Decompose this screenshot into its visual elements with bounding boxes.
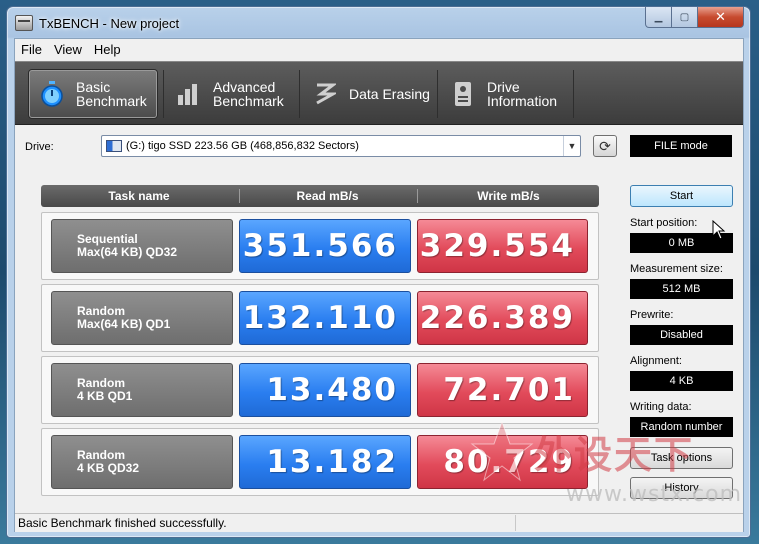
maximize-button[interactable]: ▢ xyxy=(672,7,698,28)
tab-data-erasing[interactable]: Data Erasing xyxy=(303,70,433,118)
mouse-cursor-icon xyxy=(712,220,726,240)
toolbar-separator xyxy=(163,70,164,118)
read-value: 13.182 xyxy=(239,435,411,489)
tab-advanced-benchmark-label: Advanced Benchmark xyxy=(213,79,284,109)
toolbar: Basic Benchmark Advanced Benchmark Data … xyxy=(15,61,743,125)
tab-basic-benchmark-label: Basic Benchmark xyxy=(76,79,147,109)
minimize-button[interactable]: ▁ xyxy=(645,7,672,28)
results-header: Task name Read mB/s Write mB/s xyxy=(41,185,599,207)
menu-view[interactable]: View xyxy=(48,42,88,57)
status-separator xyxy=(515,515,516,531)
start-button[interactable]: Start xyxy=(630,185,733,207)
measurement-size-value[interactable]: 512 MB xyxy=(630,279,733,299)
tab-data-erasing-label: Data Erasing xyxy=(349,86,430,102)
result-row: Sequential Max(64 KB) QD32 351.566 329.5… xyxy=(41,212,599,280)
drive-info-icon xyxy=(449,80,477,108)
results-panel: Task name Read mB/s Write mB/s Sequentia… xyxy=(41,185,603,503)
task-button[interactable]: Random 4 KB QD32 xyxy=(51,435,233,489)
eraser-icon xyxy=(311,80,339,108)
read-value: 351.566 xyxy=(239,219,411,273)
close-icon: ✕ xyxy=(715,9,726,24)
prewrite-label: Prewrite: xyxy=(630,309,674,321)
task-options-button[interactable]: Task options xyxy=(630,447,733,469)
task-name-line2: 4 KB QD32 xyxy=(77,461,140,475)
app-window: TxBENCH - New project ▁ ▢ ✕ File View He… xyxy=(6,6,751,538)
window-controls: ▁ ▢ ✕ xyxy=(645,7,744,28)
menu-help[interactable]: Help xyxy=(88,42,127,57)
write-value: 72.701 xyxy=(417,363,588,417)
measurement-size-label: Measurement size: xyxy=(630,263,723,275)
write-value: 80.729 xyxy=(417,435,588,489)
task-button[interactable]: Random Max(64 KB) QD1 xyxy=(51,291,233,345)
window-title: TxBENCH - New project xyxy=(39,16,180,31)
header-read: Read mB/s xyxy=(239,189,415,203)
toolbar-separator xyxy=(573,70,574,118)
writing-data-value[interactable]: Random number xyxy=(630,417,733,437)
close-button[interactable]: ✕ xyxy=(698,7,744,28)
read-value: 13.480 xyxy=(239,363,411,417)
menu-bar: File View Help xyxy=(15,39,743,59)
bar-chart-icon xyxy=(175,80,203,108)
toolbar-separator xyxy=(437,70,438,118)
app-icon xyxy=(15,15,33,31)
prewrite-value[interactable]: Disabled xyxy=(630,325,733,345)
header-task-name: Task name xyxy=(108,189,170,203)
mode-indicator: FILE mode xyxy=(630,135,732,157)
task-name-line2: 4 KB QD1 xyxy=(77,389,133,403)
status-text: Basic Benchmark finished successfully. xyxy=(18,516,227,530)
start-position-label: Start position: xyxy=(630,217,698,229)
toolbar-separator xyxy=(299,70,300,118)
refresh-button[interactable]: ⟳ xyxy=(593,135,617,157)
drive-row: Drive: (G:) tigo SSD 223.56 GB (468,856,… xyxy=(15,135,743,161)
task-name-line2: Max(64 KB) QD32 xyxy=(77,245,178,259)
task-name-line2: Max(64 KB) QD1 xyxy=(77,317,171,331)
write-value: 329.554 xyxy=(417,219,588,273)
stopwatch-icon xyxy=(38,80,66,108)
drive-label: Drive: xyxy=(25,141,54,153)
tab-drive-information[interactable]: Drive Information xyxy=(441,70,569,118)
maximize-icon: ▢ xyxy=(679,11,690,23)
task-button[interactable]: Sequential Max(64 KB) QD32 xyxy=(51,219,233,273)
result-row: Random 4 KB QD1 13.480 72.701 xyxy=(41,356,599,424)
title-bar[interactable]: TxBENCH - New project ▁ ▢ ✕ xyxy=(7,7,750,39)
refresh-icon: ⟳ xyxy=(599,137,611,154)
tab-advanced-benchmark[interactable]: Advanced Benchmark xyxy=(167,70,295,118)
drive-select[interactable]: (G:) tigo SSD 223.56 GB (468,856,832 Sec… xyxy=(101,135,581,157)
status-bar: Basic Benchmark finished successfully. xyxy=(15,513,743,532)
minimize-icon: ▁ xyxy=(654,11,663,23)
menu-file[interactable]: File xyxy=(15,42,48,57)
tab-drive-information-label: Drive Information xyxy=(487,79,558,109)
history-button[interactable]: History xyxy=(630,477,733,499)
task-button[interactable]: Random 4 KB QD1 xyxy=(51,363,233,417)
write-value: 226.389 xyxy=(417,291,588,345)
writing-data-label: Writing data: xyxy=(630,401,692,413)
tab-basic-benchmark[interactable]: Basic Benchmark xyxy=(29,70,157,118)
chevron-down-icon[interactable]: ▼ xyxy=(563,136,580,156)
header-write: Write mB/s xyxy=(417,189,599,203)
read-value: 132.110 xyxy=(239,291,411,345)
alignment-label: Alignment: xyxy=(630,355,682,367)
ssd-icon xyxy=(106,140,122,152)
drive-select-value: (G:) tigo SSD 223.56 GB (468,856,832 Sec… xyxy=(126,140,359,152)
alignment-value[interactable]: 4 KB xyxy=(630,371,733,391)
client-area: File View Help Basic Benchmark Advanced … xyxy=(14,38,744,532)
result-row: Random Max(64 KB) QD1 132.110 226.389 xyxy=(41,284,599,352)
result-row: Random 4 KB QD32 13.182 80.729 xyxy=(41,428,599,496)
